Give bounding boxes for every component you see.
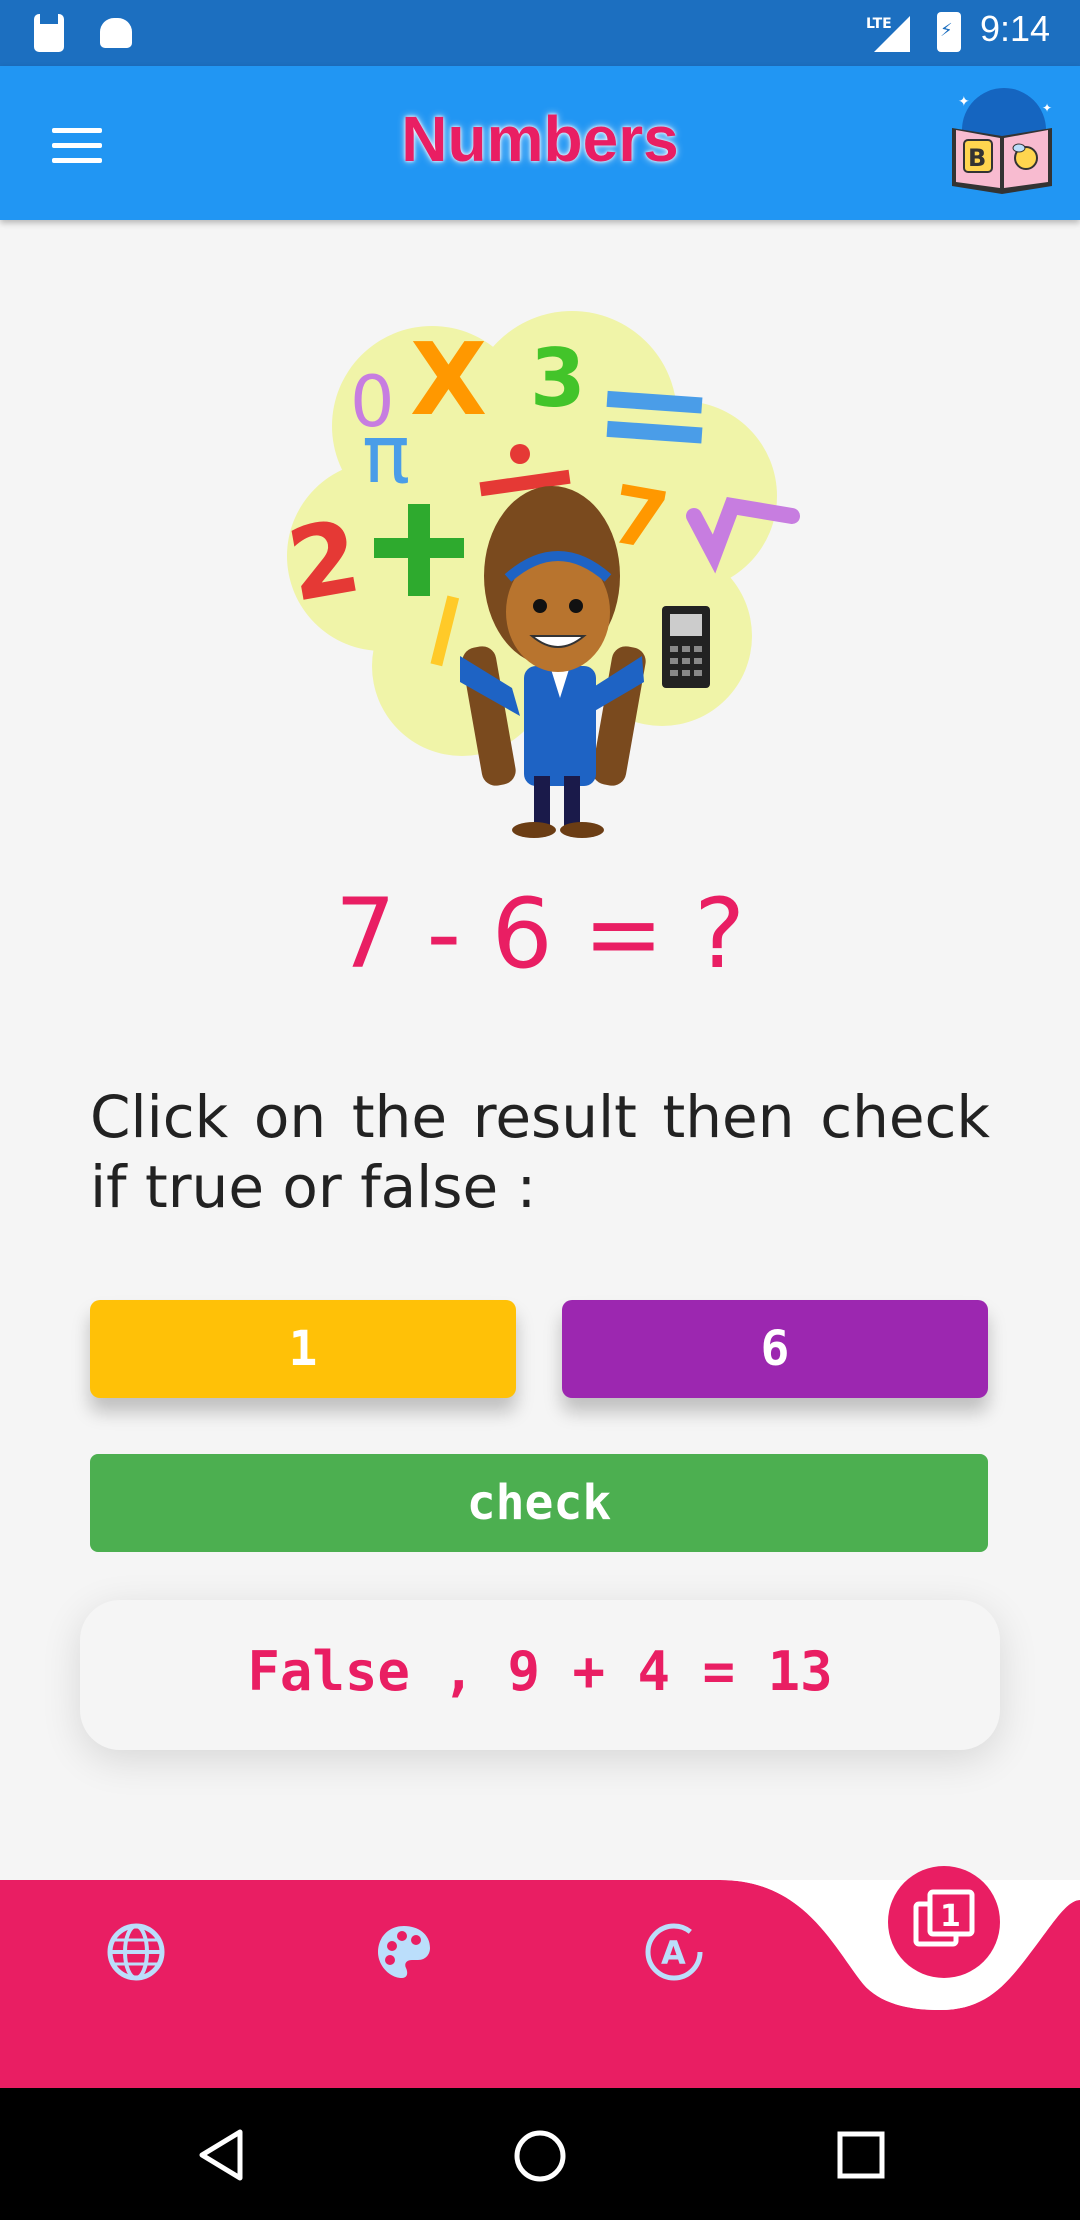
clock: 9:14 <box>980 8 1051 49</box>
android-icon <box>100 18 132 48</box>
svg-text:3: 3 <box>530 332 586 425</box>
check-button[interactable]: check <box>90 1454 988 1552</box>
numbers-fab-button[interactable]: 1 <box>888 1866 1000 1978</box>
answer-button-1[interactable]: 1 <box>90 1300 516 1398</box>
signal-icon <box>874 16 910 52</box>
instruction-text: Click on the result then check if true o… <box>90 1083 990 1221</box>
book-logo-icon[interactable]: ✦ ✦ B <box>946 88 1058 198</box>
home-icon[interactable] <box>512 2128 568 2184</box>
palette-icon[interactable] <box>372 1920 436 1984</box>
globe-icon[interactable] <box>104 1920 168 1984</box>
numbers-icon: 1 <box>913 1889 975 1947</box>
svg-text:B: B <box>968 144 986 172</box>
result-text: False , 9 + 4 = 13 <box>247 1640 833 1703</box>
answer-button-2[interactable]: 6 <box>562 1300 988 1398</box>
system-navigation-bar <box>0 2088 1080 2220</box>
sd-card-icon <box>34 14 64 52</box>
svg-text:X: X <box>410 321 487 438</box>
back-icon[interactable] <box>196 2128 246 2182</box>
equation: 7 - 6 = ? <box>334 878 746 990</box>
status-bar: LTE 9:14 <box>0 0 1080 66</box>
recents-icon[interactable] <box>836 2130 886 2180</box>
svg-text:1: 1 <box>940 1899 961 1934</box>
svg-text:✦: ✦ <box>958 94 970 110</box>
alphabet-icon[interactable]: A <box>642 1920 706 1984</box>
page-title: Numbers <box>401 103 679 175</box>
svg-text:✦: ✦ <box>1042 101 1052 115</box>
svg-text:π: π <box>362 408 410 501</box>
battery-icon <box>937 12 961 52</box>
app-bar: Numbers ✦ ✦ B <box>0 66 1080 220</box>
math-girl-illustration: 0 X 3 π 7 2 <box>280 311 800 838</box>
svg-text:A: A <box>661 1934 686 1972</box>
